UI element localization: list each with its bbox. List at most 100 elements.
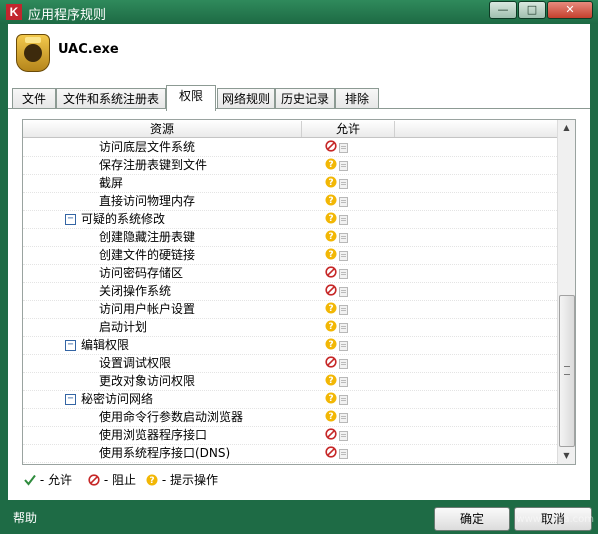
scroll-up-arrow-icon[interactable]: ▲ [558, 120, 575, 136]
log-option-icon[interactable] [339, 449, 348, 459]
table-row[interactable]: 使用系统程序接口(DNS) [23, 444, 557, 463]
tab-exclusions[interactable]: 排除 [335, 88, 379, 109]
vertical-scrollbar[interactable]: ▲ ▼ [557, 120, 575, 464]
ok-button[interactable]: 确定 [434, 507, 510, 531]
svg-text:?: ? [328, 412, 333, 422]
table-header: 资源 允许 [23, 120, 557, 138]
log-option-icon[interactable] [339, 341, 348, 351]
maximize-button[interactable]: □ [518, 1, 546, 19]
table-row[interactable]: 创建隐藏注册表键? [23, 228, 557, 247]
row-label: 设置调试权限 [99, 356, 172, 370]
minimize-button[interactable]: — [489, 1, 517, 19]
tab-network-rules[interactable]: 网络规则 [217, 88, 275, 109]
scroll-down-arrow-icon[interactable]: ▼ [558, 448, 575, 464]
row-label: 关闭操作系统 [99, 284, 172, 298]
tab-bar: 文件 文件和系统注册表 权限 网络规则 历史记录 排除 [8, 84, 590, 111]
prompt-question-icon[interactable]: ? [325, 194, 337, 206]
prompt-question-icon[interactable]: ? [325, 338, 337, 350]
prompt-question-icon[interactable]: ? [325, 212, 337, 224]
row-label: 启动计划 [99, 320, 148, 334]
log-option-icon[interactable] [339, 413, 348, 423]
prompt-question-icon[interactable]: ? [325, 302, 337, 314]
row-label: 使用浏览器程序接口 [99, 428, 208, 442]
row-label: 访问底层文件系统 [99, 140, 196, 154]
prompt-question-icon[interactable]: ? [325, 392, 337, 404]
table-row[interactable]: 访问用户帐户设置? [23, 300, 557, 319]
table-row[interactable]: − 编辑权限? [23, 336, 557, 355]
table-row[interactable]: 直接访问物理内存? [23, 192, 557, 211]
log-option-icon[interactable] [339, 287, 348, 297]
block-icon[interactable] [325, 356, 337, 368]
svg-text:?: ? [328, 160, 333, 170]
tab-files-and-registry[interactable]: 文件和系统注册表 [56, 88, 166, 109]
dialog-footer: 帮助 确定 取消 [0, 500, 598, 534]
scroll-thumb[interactable] [559, 295, 575, 447]
watermark-logo: 瑞星卡卡 [510, 476, 590, 500]
help-link[interactable]: 帮助 [13, 509, 37, 526]
block-icon[interactable] [325, 284, 337, 296]
program-name: UAC.exe [58, 42, 119, 57]
table-row[interactable]: 使用浏览器程序接口 [23, 426, 557, 445]
svg-text:?: ? [328, 394, 333, 404]
table-row[interactable]: 更改对象访问权限? [23, 372, 557, 391]
log-option-icon[interactable] [339, 197, 348, 207]
row-label: 访问用户帐户设置 [99, 302, 196, 316]
collapse-toggle-icon[interactable]: − [65, 214, 76, 225]
row-label: 可疑的系统修改 [81, 212, 166, 226]
prompt-question-icon[interactable]: ? [325, 158, 337, 170]
block-icon[interactable] [325, 266, 337, 278]
log-option-icon[interactable] [339, 431, 348, 441]
legend-block: - 阻止 [88, 473, 136, 487]
log-option-icon[interactable] [339, 251, 348, 261]
table-row[interactable]: − 秘密访问网络? [23, 390, 557, 409]
table-row[interactable]: 访问底层文件系统 [23, 138, 557, 157]
table-row[interactable]: 截屏? [23, 174, 557, 193]
svg-text:?: ? [328, 178, 333, 188]
program-header: UAC.exe [8, 24, 590, 84]
table-row[interactable]: 保存注册表键到文件? [23, 156, 557, 175]
table-row[interactable]: 创建文件的硬链接? [23, 246, 557, 265]
tab-permissions[interactable]: 权限 [166, 85, 216, 111]
log-option-icon[interactable] [339, 269, 348, 279]
prompt-question-icon[interactable]: ? [325, 374, 337, 386]
table-row[interactable]: 使用命令行参数启动浏览器? [23, 408, 557, 427]
log-option-icon[interactable] [339, 233, 348, 243]
log-option-icon[interactable] [339, 143, 348, 153]
tab-files[interactable]: 文件 [12, 88, 56, 109]
title-bar[interactable]: K 应用程序规则 — □ ✕ [0, 0, 598, 24]
table-row[interactable]: 访问密码存储区 [23, 264, 557, 283]
row-label: 创建隐藏注册表键 [99, 230, 196, 244]
svg-text:?: ? [328, 250, 333, 260]
block-icon[interactable] [325, 446, 337, 458]
log-option-icon[interactable] [339, 161, 348, 171]
svg-text:?: ? [328, 322, 333, 332]
log-option-icon[interactable] [339, 359, 348, 369]
table-row[interactable]: − 可疑的系统修改? [23, 210, 557, 229]
block-icon[interactable] [325, 428, 337, 440]
prompt-question-icon[interactable]: ? [325, 176, 337, 188]
table-row[interactable]: 设置调试权限 [23, 354, 557, 373]
log-option-icon[interactable] [339, 215, 348, 225]
table-row[interactable]: 关闭操作系统 [23, 282, 557, 301]
prompt-question-icon[interactable]: ? [325, 230, 337, 242]
log-option-icon[interactable] [339, 179, 348, 189]
log-option-icon[interactable] [339, 323, 348, 333]
collapse-toggle-icon[interactable]: − [65, 394, 76, 405]
column-header-resource[interactable]: 资源 [23, 121, 302, 137]
prompt-question-icon[interactable]: ? [325, 248, 337, 260]
svg-text:?: ? [328, 340, 333, 350]
collapse-toggle-icon[interactable]: − [65, 340, 76, 351]
table-row[interactable]: 启动计划? [23, 318, 557, 337]
prompt-question-icon[interactable]: ? [325, 410, 337, 422]
log-option-icon[interactable] [339, 377, 348, 387]
row-label: 创建文件的硬链接 [99, 248, 196, 262]
log-option-icon[interactable] [339, 305, 348, 315]
block-icon[interactable] [325, 140, 337, 152]
tab-history[interactable]: 历史记录 [275, 88, 335, 109]
prompt-question-icon: ? [146, 474, 158, 486]
legend-prompt: ? - 提示操作 [146, 473, 218, 487]
prompt-question-icon[interactable]: ? [325, 320, 337, 332]
log-option-icon[interactable] [339, 395, 348, 405]
column-header-allow[interactable]: 允许 [302, 121, 395, 137]
close-button[interactable]: ✕ [547, 1, 593, 19]
